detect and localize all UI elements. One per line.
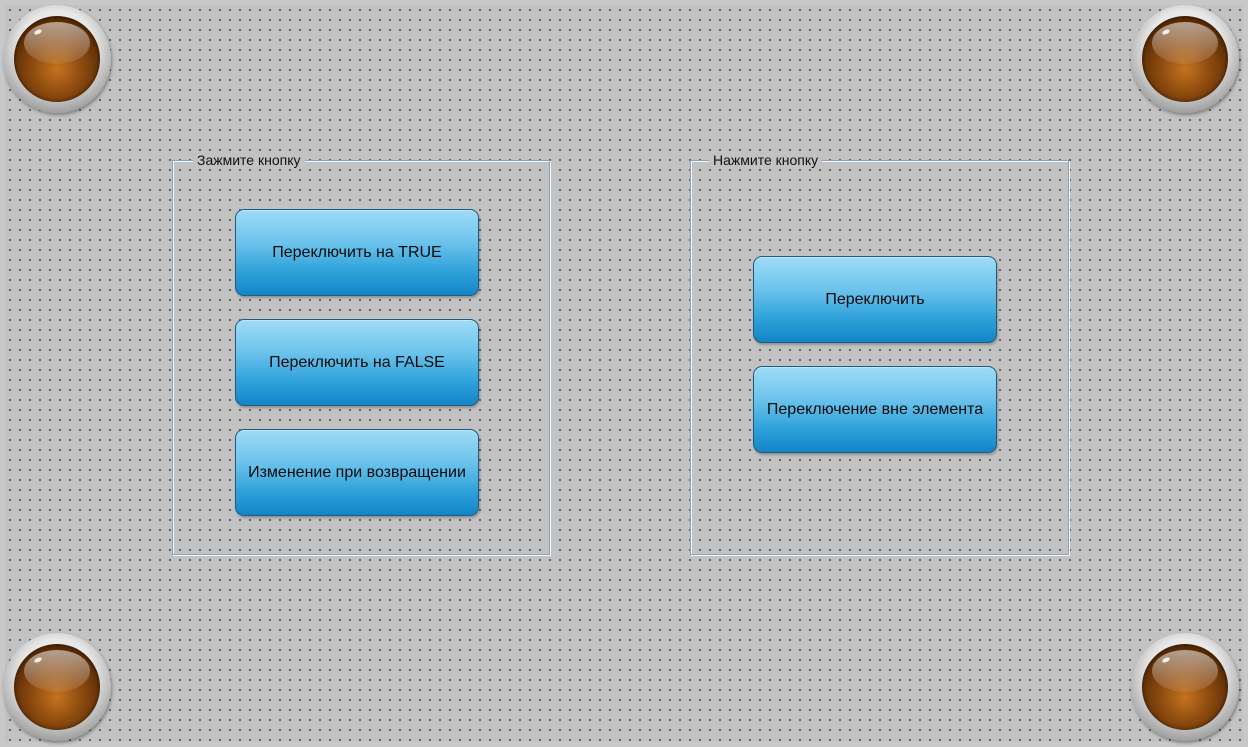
- lamp-bulb: [1142, 644, 1228, 730]
- change-on-release-label: Изменение при возвращении: [248, 464, 466, 481]
- switch-to-true-button[interactable]: Переключить на TRUE: [235, 209, 479, 296]
- lamp-top-left-icon: [3, 5, 111, 113]
- lamp-bottom-left-icon: [3, 633, 111, 741]
- toggle-outside-element-button[interactable]: Переключение вне элемента: [753, 366, 997, 453]
- toggle-label: Переключить: [825, 291, 925, 308]
- switch-to-false-button[interactable]: Переключить на FALSE: [235, 319, 479, 406]
- switch-to-true-label: Переключить на TRUE: [272, 244, 442, 261]
- lamp-bulb: [14, 16, 100, 102]
- lamp-bulb: [1142, 16, 1228, 102]
- lamp-bottom-right-icon: [1131, 633, 1239, 741]
- press-button-group-title: Нажмите кнопку: [709, 151, 823, 169]
- press-button-group: Нажмите кнопку: [690, 151, 1069, 555]
- hold-button-group-title: Зажмите кнопку: [193, 151, 305, 169]
- lamp-top-right-icon: [1131, 5, 1239, 113]
- toggle-outside-element-label: Переключение вне элемента: [766, 401, 984, 418]
- switch-to-false-label: Переключить на FALSE: [269, 354, 445, 371]
- toggle-button[interactable]: Переключить: [753, 256, 997, 343]
- change-on-release-button[interactable]: Изменение при возвращении: [235, 429, 479, 516]
- lamp-bulb: [14, 644, 100, 730]
